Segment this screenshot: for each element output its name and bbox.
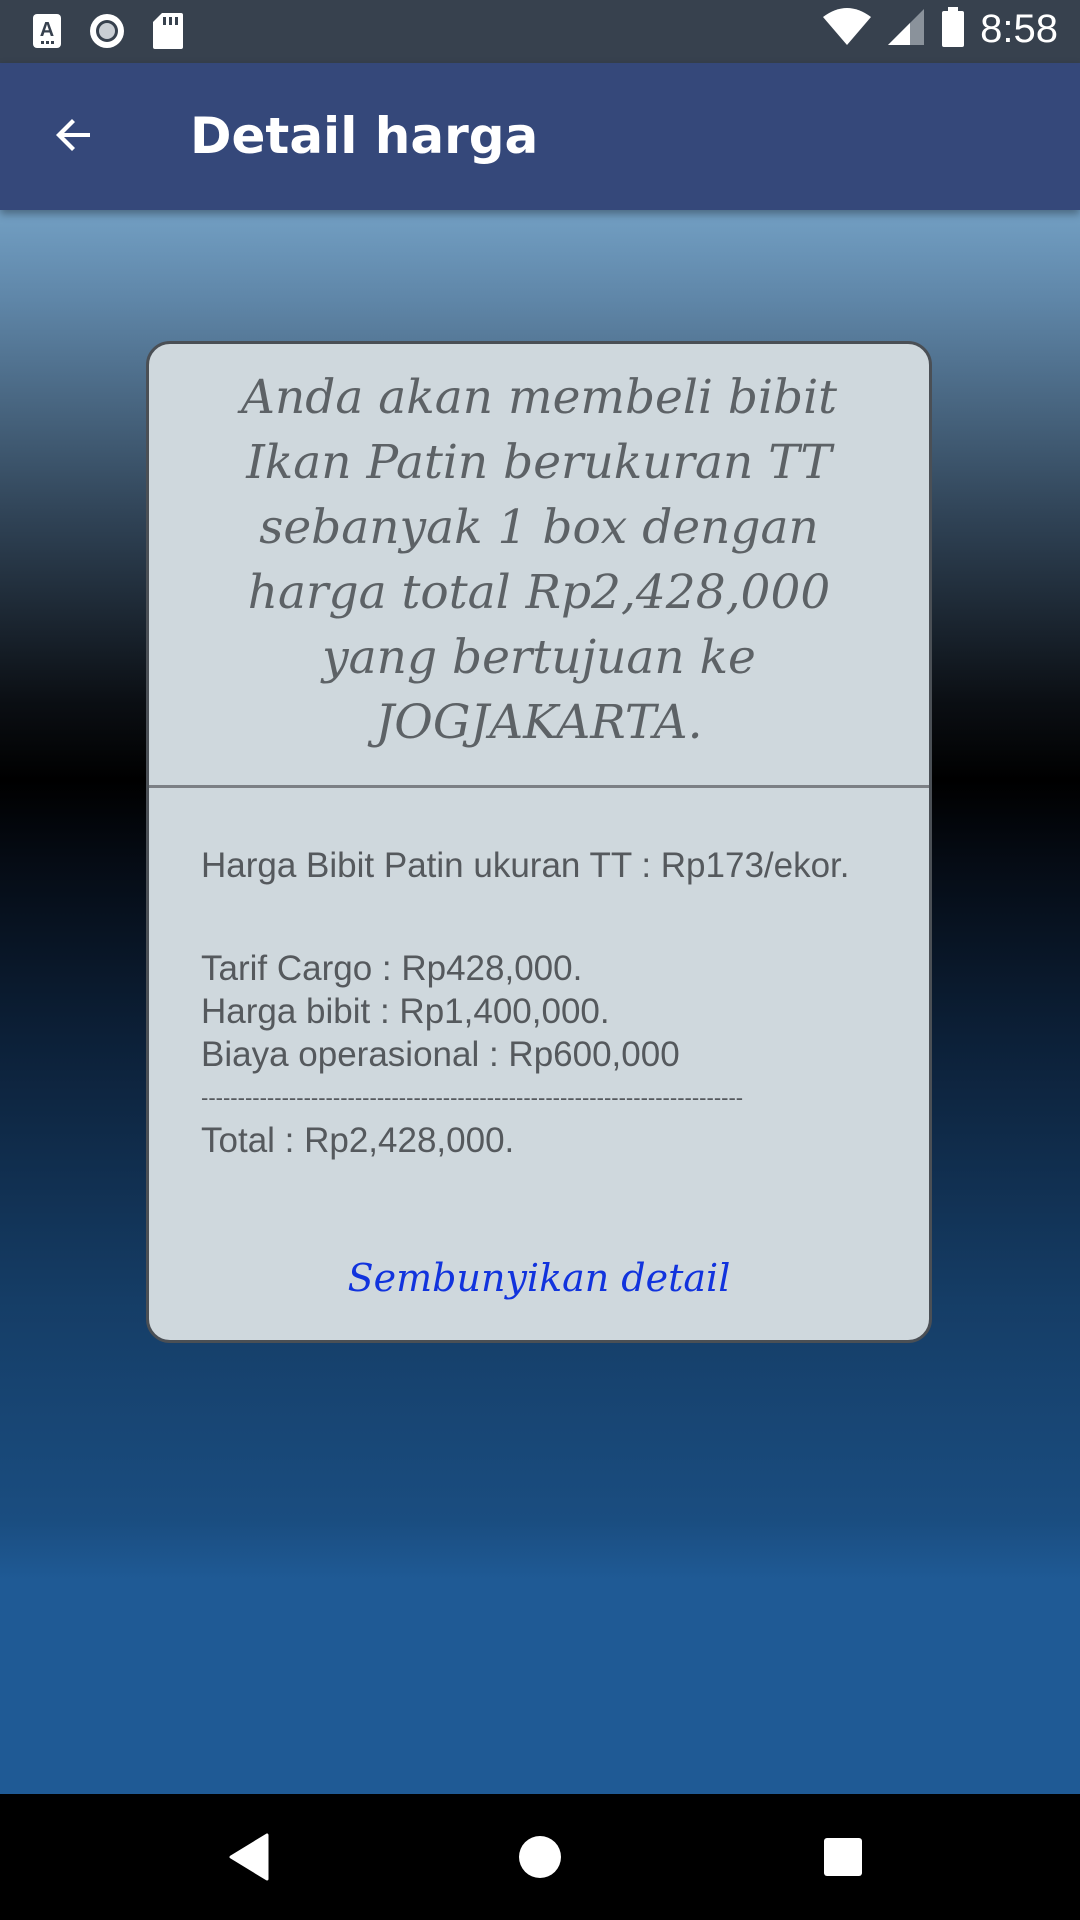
purchase-summary-text: Anda akan membeli bibit Ikan Patin beruk…	[241, 370, 837, 750]
seed-price: Harga bibit : Rp1,400,000.	[201, 992, 610, 1031]
total-price: Total : Rp2,428,000.	[201, 1121, 515, 1160]
arrow-back-icon	[56, 119, 90, 151]
record-icon	[88, 12, 126, 55]
price-detail-card: Anda akan membeli bibit Ikan Patin beruk…	[146, 341, 932, 1343]
status-clock: 8:58	[980, 7, 1058, 51]
nav-recents-button[interactable]	[810, 1824, 876, 1890]
operational-cost: Biaya operasional : Rp600,000	[201, 1035, 680, 1074]
price-per-unit: Harga Bibit Patin ukuran TT : Rp173/ekor…	[201, 846, 850, 885]
home-circle-icon	[519, 1836, 561, 1878]
sd-card-icon	[152, 12, 184, 55]
svg-text:A: A	[40, 19, 54, 41]
system-nav-bar	[0, 1794, 1080, 1920]
screen: A 8:58 Detail harga Anda akan membeli bi…	[0, 0, 1080, 1920]
hide-detail-link[interactable]: Sembunyikan detail	[149, 1256, 929, 1300]
back-button[interactable]	[38, 99, 110, 171]
total-separator: ----------------------------------------…	[201, 1085, 744, 1110]
text-a-icon: A	[32, 13, 62, 54]
back-triangle-icon	[229, 1833, 269, 1881]
recents-square-icon	[824, 1838, 862, 1876]
purchase-summary: Anda akan membeli bibit Ikan Patin beruk…	[149, 344, 929, 786]
nav-home-button[interactable]	[507, 1824, 573, 1890]
signal-icon	[886, 7, 926, 52]
price-breakdown: Harga Bibit Patin ukuran TT : Rp173/ekor…	[201, 844, 891, 1162]
status-right-icons: 8:58	[822, 6, 1058, 53]
cargo-fee: Tarif Cargo : Rp428,000.	[201, 949, 583, 988]
page-title: Detail harga	[190, 107, 539, 165]
status-left-icons: A	[32, 12, 184, 55]
nav-back-button[interactable]	[216, 1824, 282, 1890]
status-bar: A 8:58	[0, 0, 1080, 63]
card-divider	[149, 785, 929, 788]
battery-icon	[940, 6, 966, 53]
wifi-icon	[822, 7, 872, 52]
app-bar: Detail harga	[0, 63, 1080, 210]
